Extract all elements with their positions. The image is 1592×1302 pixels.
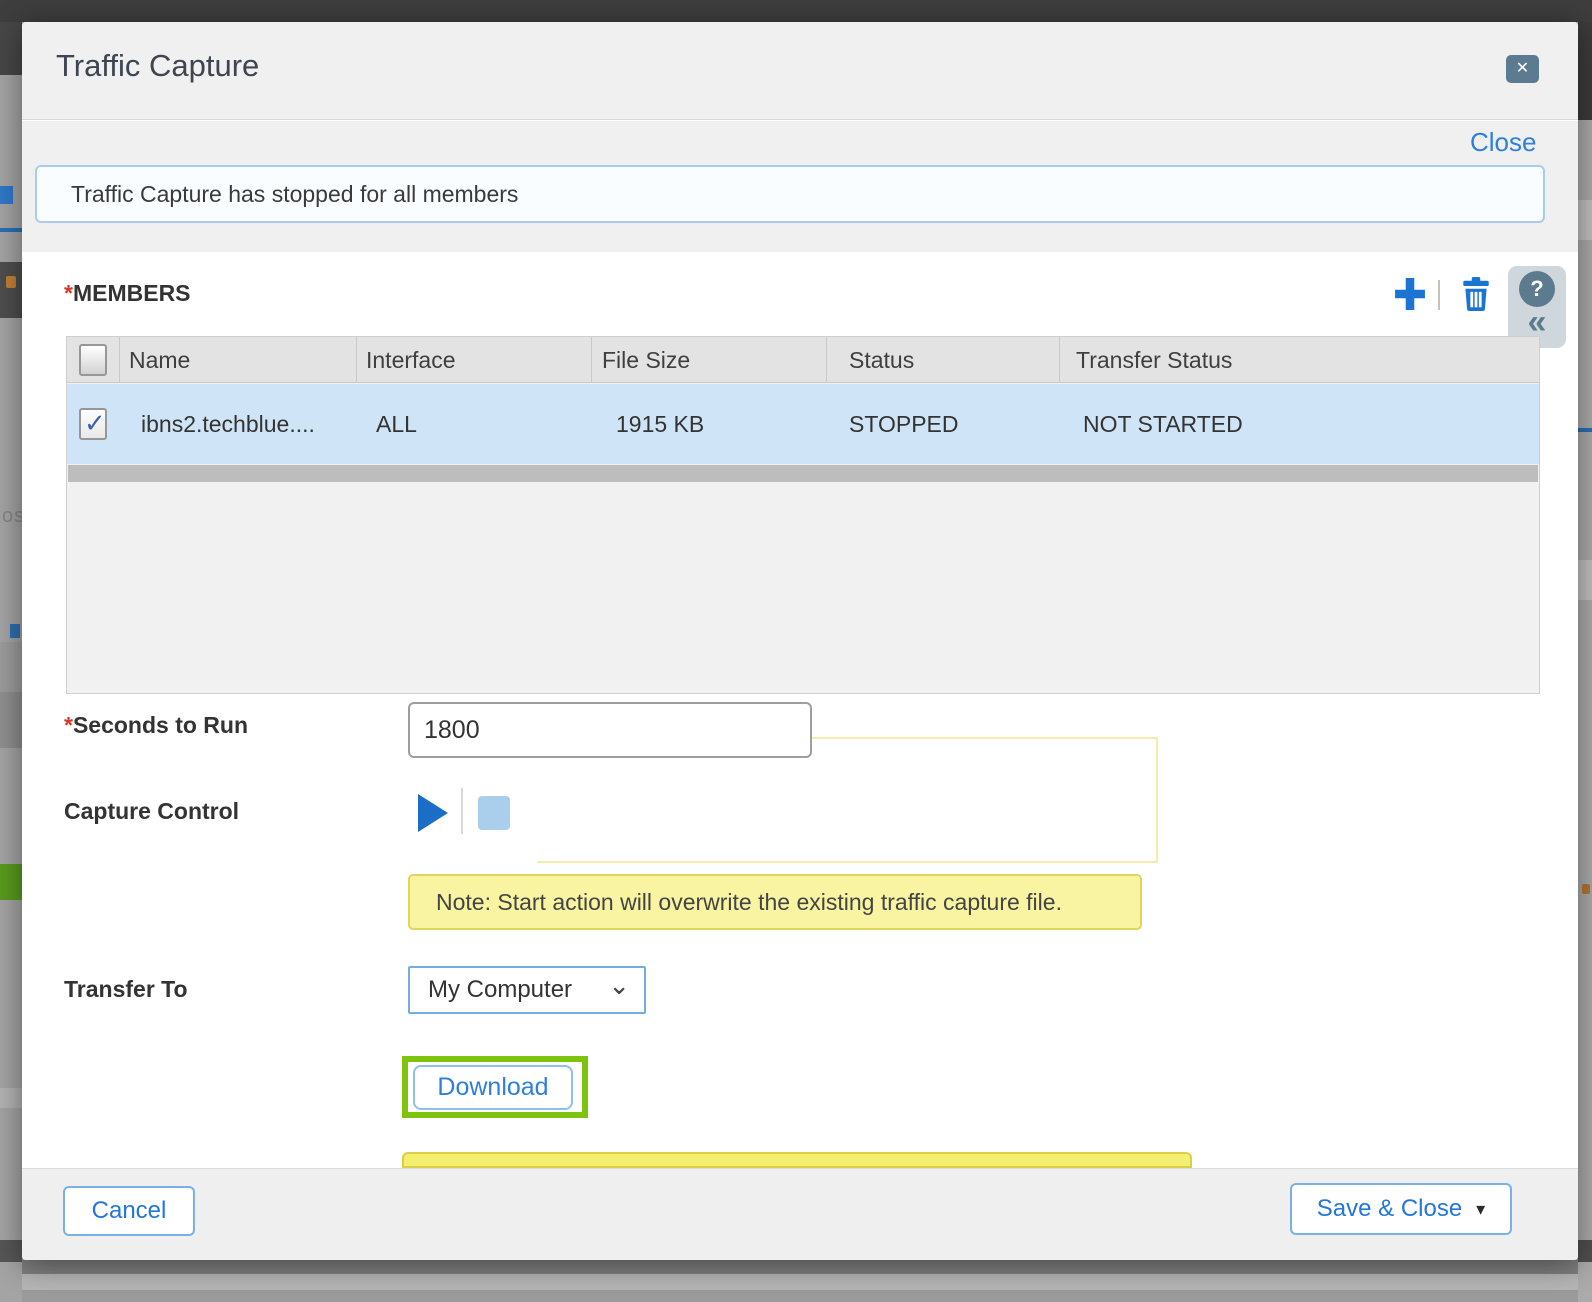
cell-transfer-status: NOT STARTED	[1083, 384, 1243, 464]
seconds-to-run-input[interactable]	[408, 702, 812, 758]
delete-member-button[interactable]	[1461, 277, 1491, 311]
background-right-dark-top	[1578, 22, 1592, 120]
plus-icon	[1395, 297, 1425, 314]
background-bottom-band-1	[22, 1260, 1578, 1274]
background-left-dark-bottom	[0, 1240, 22, 1262]
column-separator	[591, 337, 592, 383]
background-right-light-band-1	[1578, 200, 1592, 240]
download-button[interactable]: Download	[413, 1065, 573, 1110]
background-left-orange-dot	[6, 276, 16, 288]
capture-control-divider	[461, 788, 463, 834]
cancel-button[interactable]: Cancel	[63, 1186, 195, 1236]
column-header-transfer-status[interactable]: Transfer Status	[1076, 337, 1232, 383]
background-right-orange-dot	[1582, 884, 1590, 894]
background-left-band-2	[0, 692, 22, 748]
table-row[interactable]: ✓ ibns2.techblue.... ALL 1915 KB STOPPED…	[67, 384, 1539, 464]
select-all-checkbox[interactable]	[79, 344, 107, 376]
background-right-light-band-2	[1578, 560, 1592, 600]
background-top-bar	[0, 0, 1592, 22]
trash-icon	[1461, 298, 1491, 315]
cell-file-size: 1915 KB	[616, 384, 704, 464]
overwrite-note: Note: Start action will overwrite the ex…	[408, 874, 1142, 930]
cell-interface: ALL	[376, 384, 417, 464]
caret-down-icon: ▾	[1476, 1199, 1485, 1220]
transfer-to-select[interactable]: My Computer ⌄	[408, 966, 646, 1014]
background-left-blue-fragment	[0, 186, 13, 204]
transfer-to-selected-value: My Computer	[428, 968, 572, 1012]
row-checkbox[interactable]: ✓	[79, 408, 107, 440]
capture-control-label: Capture Control	[64, 798, 239, 825]
background-left-green-bar	[0, 864, 22, 900]
column-header-name[interactable]: Name	[129, 337, 190, 383]
column-separator	[356, 337, 357, 383]
background-right-blue-line	[1578, 428, 1592, 432]
background-bottom-band-3	[22, 1290, 1578, 1302]
column-separator	[826, 337, 827, 383]
dialog-title: Traffic Capture	[56, 48, 259, 84]
seconds-to-run-label: *Seconds to Run	[64, 712, 248, 739]
screen: os Traffic Capture ✕ Close Traffic Captu…	[0, 0, 1592, 1302]
column-header-interface[interactable]: Interface	[366, 337, 456, 383]
members-table: Name Interface File Size Status Transfer…	[66, 336, 1540, 694]
transfer-to-label: Transfer To	[64, 976, 188, 1003]
clipped-note-box	[402, 1152, 1192, 1168]
horizontal-scrollbar[interactable]	[68, 465, 1538, 482]
background-left-blue-dot	[10, 624, 20, 638]
members-section-label: *MEMBERS	[64, 280, 191, 307]
overwrite-note-text: Note: Start action will overwrite the ex…	[436, 876, 1062, 928]
notification-banner: Traffic Capture has stopped for all memb…	[35, 165, 1545, 223]
chevron-down-icon: ⌄	[608, 970, 630, 1001]
add-member-button[interactable]	[1395, 278, 1425, 310]
column-header-status[interactable]: Status	[849, 337, 914, 383]
background-left-dark-top	[0, 22, 22, 75]
seconds-label-text: Seconds to Run	[73, 712, 248, 738]
column-header-file-size[interactable]: File Size	[602, 337, 690, 383]
cell-name: ibns2.techblue....	[141, 384, 315, 464]
background-left-band-3	[0, 1088, 22, 1108]
table-header-row: Name Interface File Size Status Transfer…	[67, 337, 1539, 383]
close-link[interactable]: Close	[1470, 127, 1546, 158]
cell-status: STOPPED	[849, 384, 959, 464]
members-required-marker: *	[64, 280, 73, 306]
background-left-blue-line	[0, 228, 22, 232]
members-label-text: MEMBERS	[73, 280, 191, 306]
column-separator	[119, 337, 120, 383]
notification-text: Traffic Capture has stopped for all memb…	[71, 167, 518, 221]
close-icon[interactable]: ✕	[1506, 55, 1539, 83]
background-left-band-1	[0, 642, 22, 692]
background-right-dark-bottom	[1578, 1240, 1592, 1262]
background-left-dark-button	[0, 262, 22, 318]
toolbar-divider	[1438, 280, 1440, 310]
start-capture-play-icon[interactable]	[418, 794, 448, 832]
stop-capture-icon[interactable]	[478, 796, 510, 830]
background-bottom-band-2	[22, 1274, 1578, 1290]
checkmark-icon: ✓	[84, 408, 106, 439]
save-and-close-label: Save & Close	[1317, 1195, 1462, 1223]
save-and-close-button[interactable]: Save & Close ▾	[1290, 1183, 1512, 1235]
column-separator	[1059, 337, 1060, 383]
seconds-required-marker: *	[64, 712, 73, 738]
